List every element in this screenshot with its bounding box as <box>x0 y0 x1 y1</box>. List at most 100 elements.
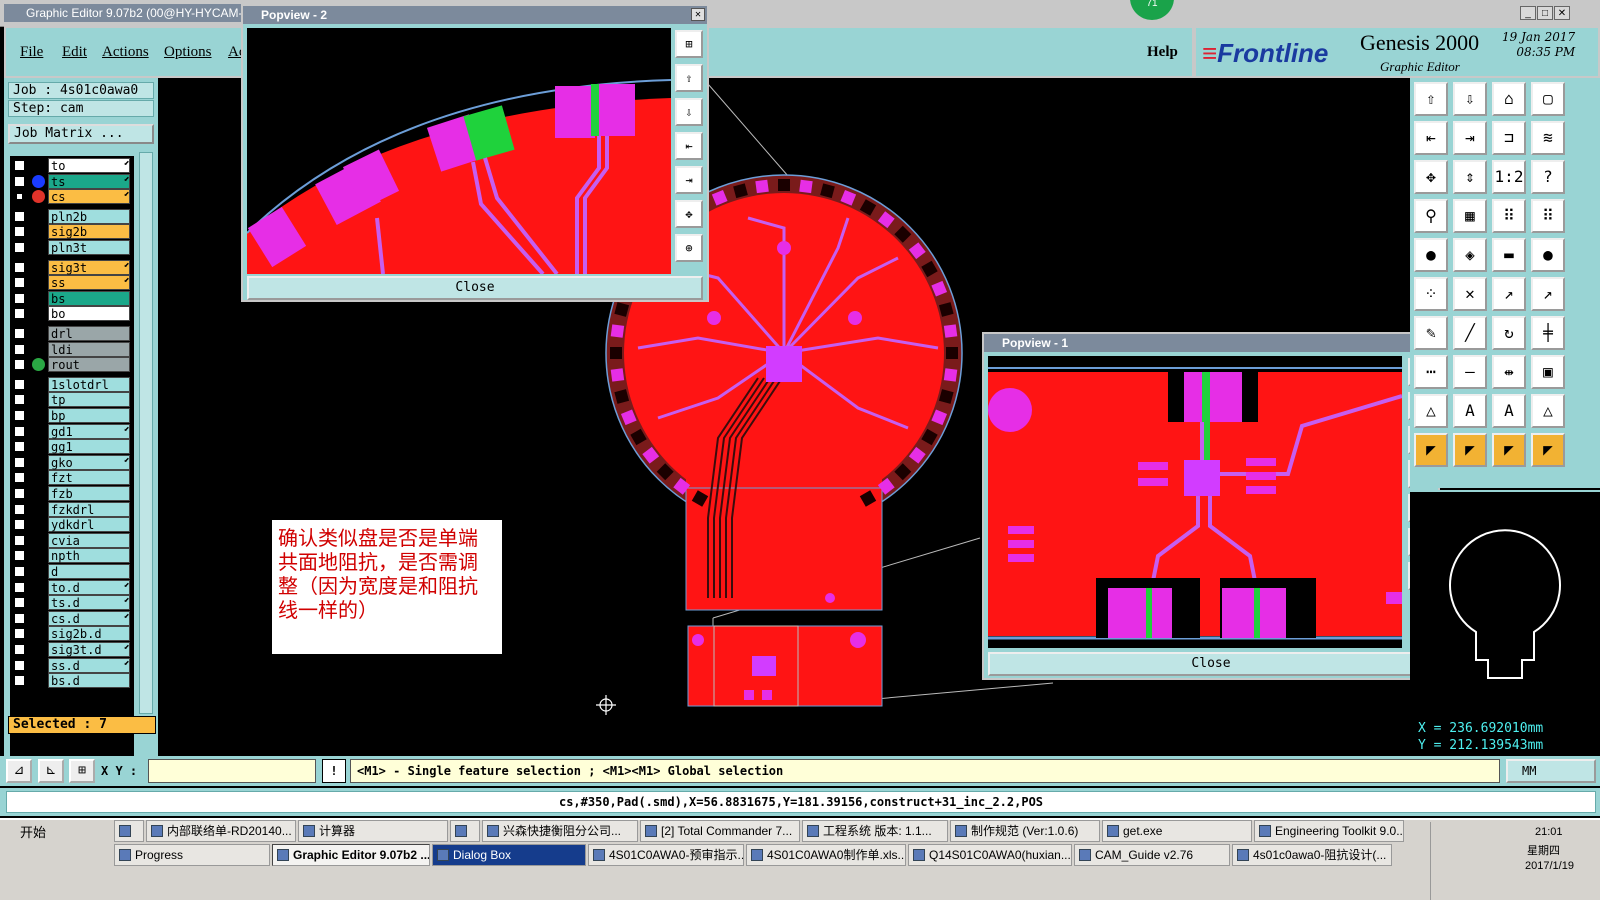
layer-row-cvia[interactable]: cvia <box>10 532 134 548</box>
layer-checkbox[interactable] <box>14 191 25 203</box>
tool-button[interactable]: 1:2 <box>1492 160 1526 194</box>
taskbar-button[interactable]: get.exe <box>1102 820 1252 842</box>
tool-button[interactable]: ⌂ <box>1492 82 1526 116</box>
taskbar-button[interactable]: 制作规范 (Ver:1.0.6) <box>950 820 1100 842</box>
taskbar-button[interactable]: Q14S01C0AWA0(huxian... <box>908 844 1072 866</box>
tool-button[interactable]: A <box>1492 394 1526 428</box>
layer-name[interactable]: drl <box>48 326 130 341</box>
layer-name[interactable]: fzb <box>48 486 130 501</box>
layer-row-pln3t[interactable]: pln3t <box>10 240 134 255</box>
start-button[interactable]: 开始 <box>2 822 58 844</box>
tool-button[interactable]: ⇤ <box>1414 121 1448 155</box>
tool-button[interactable]: ╱ <box>1453 316 1487 350</box>
layer-row-tp[interactable]: tp <box>10 392 134 408</box>
tool-button[interactable]: ◤ <box>1531 433 1565 467</box>
layer-row-sig2b[interactable]: sig2b <box>10 224 134 240</box>
layer-row-sig3t[interactable]: sig3t ⬋ <box>10 259 134 275</box>
tool-button[interactable]: — <box>1453 355 1487 389</box>
layer-row-d[interactable]: d <box>10 564 134 579</box>
layer-name[interactable]: to <box>48 158 130 173</box>
menu-help[interactable]: Help <box>1147 44 1178 61</box>
layer-row-fzb[interactable]: fzb <box>10 486 134 501</box>
taskbar-button[interactable]: 4S01C0AWA0制作单.xls... <box>746 844 906 866</box>
layer-row-fzkdrl[interactable]: fzkdrl <box>10 501 134 517</box>
layer-row-fzt[interactable]: fzt <box>10 470 134 486</box>
layer-checkbox[interactable] <box>14 175 25 187</box>
layer-name[interactable]: sig3t.d <box>48 642 130 657</box>
tool-button[interactable]: ▦ <box>1453 199 1487 233</box>
layer-name[interactable]: rout <box>48 357 130 373</box>
taskbar-button[interactable] <box>450 820 480 842</box>
tool-button[interactable]: ⇹ <box>1492 355 1526 389</box>
tool-button[interactable]: ◈ <box>1453 238 1487 272</box>
layer-checkbox[interactable] <box>14 210 25 222</box>
layer-checkbox[interactable] <box>14 378 25 390</box>
layer-name[interactable]: ts.d <box>48 595 130 611</box>
layer-checkbox[interactable] <box>14 534 25 546</box>
layer-name[interactable]: ydkdrl <box>48 517 130 533</box>
layer-row-rout[interactable]: rout <box>10 357 134 373</box>
layer-row-cs-d[interactable]: cs.d ⬋ <box>10 610 134 626</box>
layer-name[interactable]: 1slotdrl <box>48 376 130 392</box>
tool-button[interactable]: ● <box>1414 238 1448 272</box>
tool-button[interactable]: ⠿ <box>1531 199 1565 233</box>
layer-checkbox[interactable] <box>14 160 25 171</box>
layer-checkbox[interactable] <box>14 675 25 687</box>
layer-row-ts[interactable]: ts ⬋ <box>10 173 134 189</box>
tool-button[interactable]: ≋ <box>1531 121 1565 155</box>
tool-button[interactable]: ↗ <box>1531 277 1565 311</box>
taskbar-button[interactable]: Dialog Box <box>432 844 586 866</box>
popview-1-close-button[interactable]: Close <box>988 652 1434 676</box>
tool-button[interactable]: ⠿ <box>1492 199 1526 233</box>
tool-button[interactable]: ◤ <box>1414 433 1448 467</box>
layer-row-cs[interactable]: cs ⬋ <box>10 189 134 205</box>
layer-row-sig3t-d[interactable]: sig3t.d ⬋ <box>10 642 134 657</box>
layer-name[interactable]: bs <box>48 290 130 306</box>
tool-button[interactable]: ◤ <box>1453 433 1487 467</box>
layer-row-gg1[interactable]: gg1 <box>10 439 134 455</box>
pan-left-icon[interactable]: ⇤ <box>675 132 703 160</box>
tool-button[interactable]: ? <box>1531 160 1565 194</box>
pan-right-icon[interactable]: ⇥ <box>675 166 703 194</box>
tool-button[interactable]: ↻ <box>1492 316 1526 350</box>
layer-name[interactable]: bp <box>48 408 130 423</box>
layer-name[interactable]: tp <box>48 392 130 408</box>
tool-button[interactable]: △ <box>1531 394 1565 428</box>
layer-name[interactable]: ldi <box>48 341 130 357</box>
layer-name[interactable]: sig3t <box>48 259 130 275</box>
layer-name[interactable]: pln3t <box>48 240 130 255</box>
layer-name[interactable]: cvia <box>48 532 130 548</box>
layer-checkbox[interactable] <box>14 456 25 468</box>
layer-checkbox[interactable] <box>14 550 25 562</box>
popview-2-close-button[interactable]: Close <box>247 276 703 300</box>
tool-button[interactable]: ▢ <box>1531 82 1565 116</box>
units-select[interactable]: MM <box>1506 759 1596 783</box>
tool-button[interactable]: ╪ <box>1531 316 1565 350</box>
layer-checkbox[interactable] <box>14 277 25 289</box>
maximize-button[interactable]: □ <box>1537 6 1553 20</box>
taskbar-button[interactable]: 计算器 <box>298 820 448 842</box>
layer-checkbox[interactable] <box>14 242 25 253</box>
layer-checkbox[interactable] <box>14 628 25 640</box>
layer-name[interactable]: bo <box>48 306 130 322</box>
layer-name[interactable]: bs.d <box>48 673 130 689</box>
layer-row-bs-d[interactable]: bs.d <box>10 673 134 689</box>
layer-checkbox[interactable] <box>14 581 25 593</box>
layer-row-1slotdrl[interactable]: 1slotdrl <box>10 376 134 392</box>
layer-row-to[interactable]: to ⬋ <box>10 158 134 173</box>
layer-checkbox[interactable] <box>14 503 25 515</box>
layer-scrollbar[interactable] <box>139 152 153 714</box>
layer-checkbox[interactable] <box>14 261 25 273</box>
tool-button[interactable]: ⇥ <box>1453 121 1487 155</box>
menu-edit[interactable]: Edit <box>62 44 87 61</box>
tool-button[interactable]: ⇩ <box>1453 82 1487 116</box>
layer-row-bp[interactable]: bp <box>10 408 134 423</box>
layer-name[interactable]: gko <box>48 454 130 470</box>
snap-icon[interactable]: ⊿ <box>6 759 32 783</box>
layer-checkbox[interactable] <box>14 226 25 238</box>
layer-row-ydkdrl[interactable]: ydkdrl <box>10 517 134 533</box>
tool-button[interactable]: ✕ <box>1453 277 1487 311</box>
zoom-fit-icon[interactable]: ⊞ <box>675 30 703 58</box>
menu-actions[interactable]: Actions <box>102 44 149 61</box>
layer-checkbox[interactable] <box>14 597 25 609</box>
